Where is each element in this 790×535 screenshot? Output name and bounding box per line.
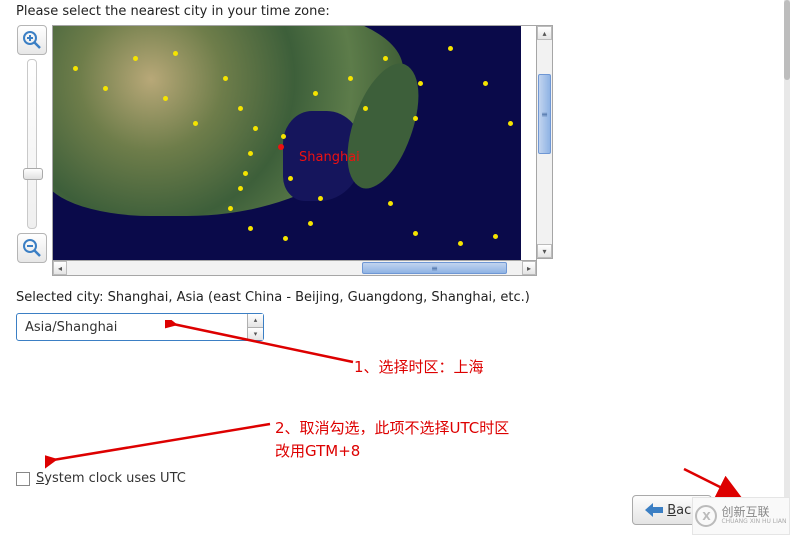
- zoom-in-icon: [22, 30, 42, 50]
- annotation-2-line1: 2、取消勾选，此项不选择UTC时区: [275, 417, 509, 438]
- utc-checkbox[interactable]: [16, 472, 30, 486]
- selected-city-text: Selected city: Shanghai, Asia (east Chin…: [16, 290, 774, 305]
- scroll-left-button[interactable]: ◂: [53, 261, 67, 275]
- spinner-down-icon[interactable]: ▾: [248, 328, 263, 341]
- timezone-select-value: Asia/Shanghai: [25, 320, 117, 335]
- scroll-right-button[interactable]: ▸: [522, 261, 536, 275]
- zoom-slider[interactable]: [27, 59, 37, 229]
- selected-city-marker: [278, 144, 284, 150]
- watermark-logo-icon: X: [695, 505, 717, 527]
- scroll-up-button[interactable]: ▴: [537, 26, 552, 40]
- zoom-out-button[interactable]: [17, 233, 47, 263]
- selected-city-label: Shanghai: [299, 150, 360, 165]
- zoom-out-icon: [22, 238, 42, 258]
- watermark-subtext: CHUANG XIN HU LIAN: [721, 519, 786, 526]
- timezone-select[interactable]: Asia/Shanghai ▴ ▾: [16, 313, 264, 341]
- annotation-1: 1、选择时区：上海: [354, 356, 484, 377]
- back-arrow-icon: [645, 503, 663, 517]
- map-vertical-scrollbar[interactable]: ▴ ≡ ▾: [537, 25, 553, 259]
- scroll-down-button[interactable]: ▾: [537, 244, 552, 258]
- vscroll-thumb[interactable]: ≡: [538, 74, 551, 154]
- annotation-2-line2: 改用GTM+8: [275, 440, 360, 461]
- map-horizontal-scrollbar[interactable]: ◂ ≡ ▸: [52, 261, 537, 276]
- timezone-map[interactable]: Shanghai: [52, 25, 537, 261]
- spinner-up-icon[interactable]: ▴: [248, 314, 263, 328]
- utc-checkbox-label[interactable]: System clock uses UTC: [36, 471, 186, 486]
- zoom-controls: [16, 25, 48, 263]
- zoom-slider-thumb[interactable]: [23, 168, 43, 180]
- zoom-in-button[interactable]: [17, 25, 47, 55]
- instruction-text: Please select the nearest city in your t…: [16, 4, 774, 19]
- timezone-spinner[interactable]: ▴ ▾: [247, 314, 263, 340]
- watermark: X 创新互联 CHUANG XIN HU LIAN: [692, 497, 790, 535]
- hscroll-thumb[interactable]: ≡: [362, 262, 507, 274]
